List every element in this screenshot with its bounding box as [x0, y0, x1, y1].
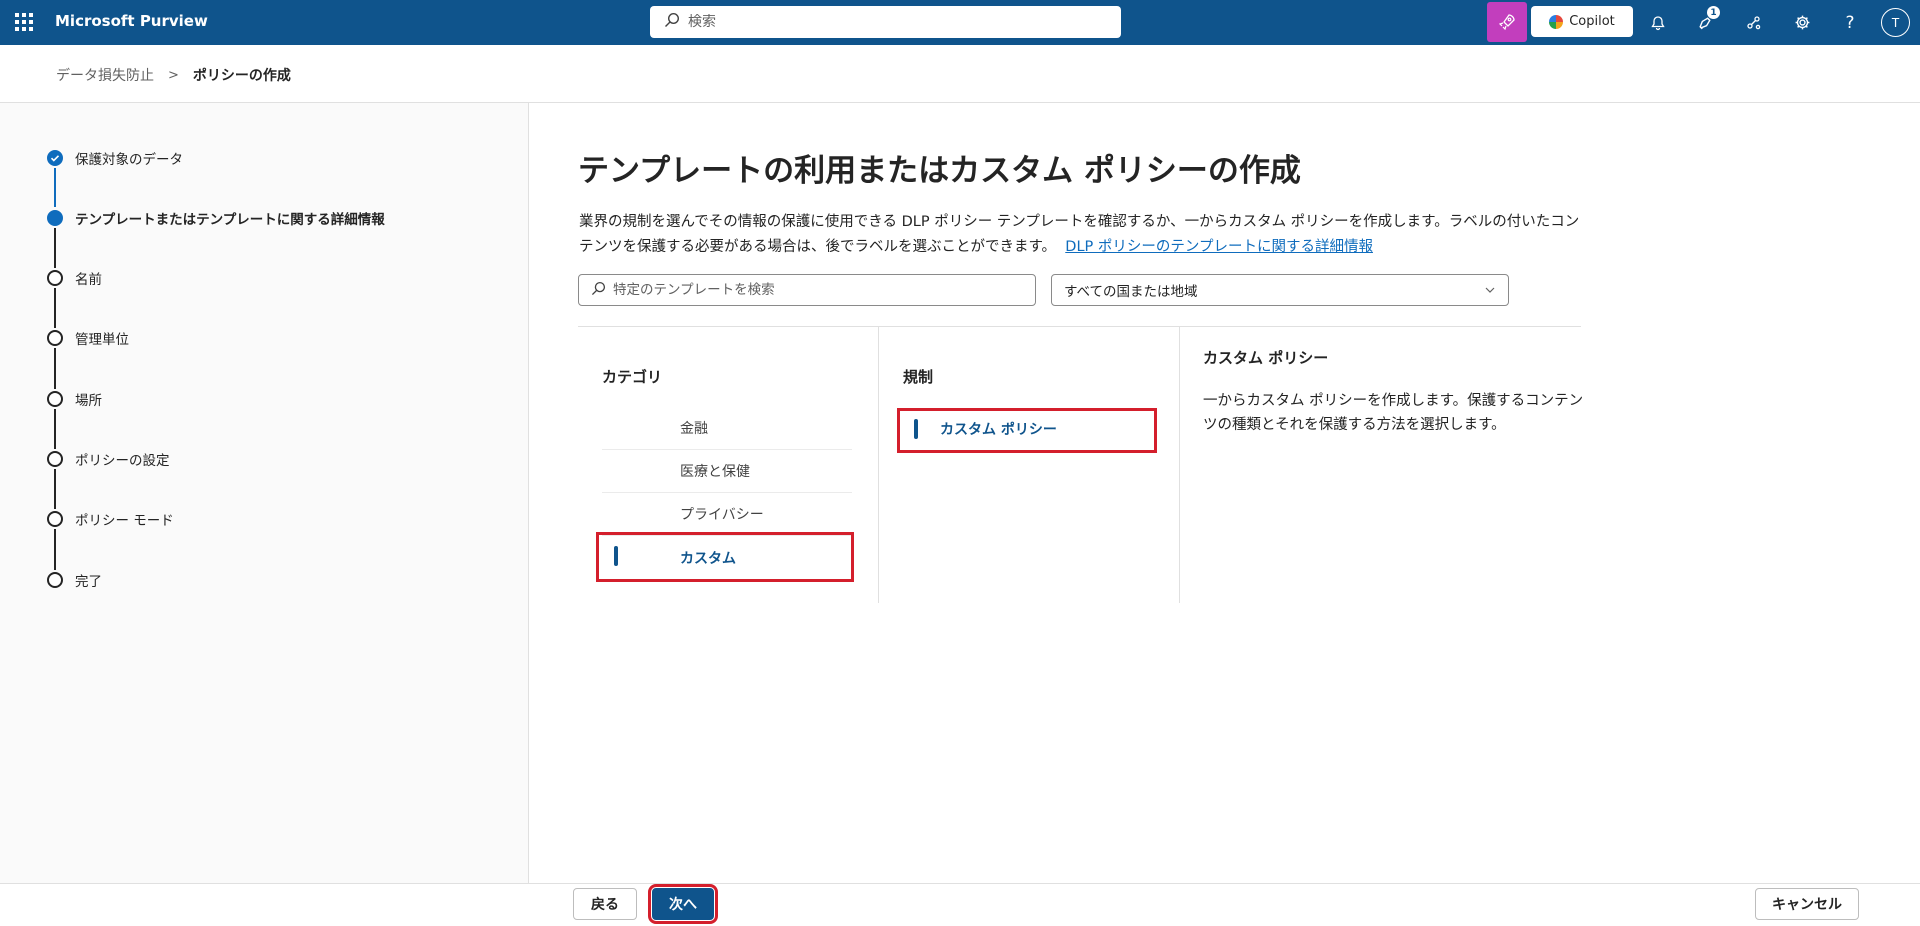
- region-dropdown[interactable]: すべての国または地域: [1051, 274, 1509, 306]
- top-bar: Microsoft Purview Copilot 1 ? T: [0, 0, 1920, 45]
- step-locations[interactable]: 場所: [47, 389, 102, 409]
- rocket-icon[interactable]: [1487, 2, 1527, 42]
- breadcrumb-parent[interactable]: データ損失防止: [56, 65, 154, 85]
- app-title[interactable]: Microsoft Purview: [55, 12, 208, 30]
- notification-badge: 1: [1707, 6, 1720, 19]
- checkmark-icon: [47, 150, 63, 166]
- search-icon: [664, 12, 680, 32]
- category-item-health[interactable]: 医療と保健: [602, 450, 852, 493]
- page-title: テンプレートの利用またはカスタム ポリシーの作成: [578, 153, 1301, 189]
- search-icon: [591, 281, 606, 300]
- step-connector: [54, 288, 56, 328]
- breadcrumb-current: ポリシーの作成: [192, 68, 291, 84]
- template-search[interactable]: [578, 274, 1036, 306]
- category-item-finance[interactable]: 金融: [602, 407, 852, 450]
- pending-step-icon: [47, 451, 63, 467]
- step-label: テンプレートまたはテンプレートに関する詳細情報: [75, 212, 385, 228]
- current-step-icon: [47, 210, 63, 226]
- highlight-box: [897, 408, 1157, 453]
- highlight-box: [596, 532, 854, 582]
- step-finish[interactable]: 完了: [47, 570, 102, 590]
- step-protect-data[interactable]: 保護対象のデータ: [47, 148, 183, 168]
- breadcrumb: データ損失防止 > ポリシーの作成: [56, 65, 291, 85]
- chevron-right-icon: >: [168, 67, 179, 83]
- step-connector: [54, 409, 56, 449]
- step-admin-units[interactable]: 管理単位: [47, 328, 129, 348]
- page-description: 業界の規制を選んでその情報の保護に使用できる DLP ポリシー テンプレートを確…: [579, 210, 1584, 260]
- detail-text: 一からカスタム ポリシーを作成します。保護するコンテンツの種類とそれを保護する方…: [1203, 393, 1584, 433]
- step-label: 完了: [75, 574, 102, 590]
- global-search[interactable]: [650, 6, 1121, 38]
- global-search-input[interactable]: [688, 14, 1108, 30]
- copilot-label: Copilot: [1569, 14, 1615, 29]
- pending-step-icon: [47, 391, 63, 407]
- bell-icon[interactable]: [1641, 6, 1675, 39]
- step-label: 名前: [75, 272, 102, 288]
- next-button[interactable]: 次へ: [648, 884, 718, 924]
- step-label: 保護対象のデータ: [75, 152, 183, 168]
- regulation-header: 規制: [903, 368, 934, 386]
- help-icon[interactable]: ?: [1833, 6, 1867, 39]
- column-divider: [1179, 327, 1180, 603]
- pending-step-icon: [47, 330, 63, 346]
- chevron-down-icon: [1484, 284, 1496, 300]
- wizard-stepper: 保護対象のデータ テンプレートまたはテンプレートに関する詳細情報 名前 管理単位…: [0, 103, 529, 883]
- step-policy-settings[interactable]: ポリシーの設定: [47, 449, 170, 469]
- step-name[interactable]: 名前: [47, 268, 102, 288]
- step-connector: [54, 228, 56, 268]
- step-label: ポリシーの設定: [75, 453, 170, 469]
- learn-more-link[interactable]: DLP ポリシーのテンプレートに関する詳細情報: [1065, 239, 1373, 255]
- step-label: ポリシー モード: [75, 513, 174, 529]
- step-connector: [54, 348, 56, 389]
- category-header: カテゴリ: [602, 368, 663, 386]
- step-policy-mode[interactable]: ポリシー モード: [47, 509, 174, 529]
- step-connector: [54, 168, 56, 207]
- detail-title: カスタム ポリシー: [1203, 349, 1329, 367]
- cancel-button[interactable]: キャンセル: [1755, 888, 1859, 920]
- pending-step-icon: [47, 572, 63, 588]
- notifications-icon[interactable]: 1: [1688, 6, 1722, 39]
- table-divider: [578, 326, 1581, 327]
- connections-icon[interactable]: [1737, 6, 1771, 39]
- region-selected-value: すべての国または地域: [1064, 284, 1198, 300]
- gear-icon[interactable]: [1785, 6, 1819, 39]
- pending-step-icon: [47, 270, 63, 286]
- footer-divider: [0, 883, 1920, 884]
- step-template[interactable]: テンプレートまたはテンプレートに関する詳細情報: [47, 208, 385, 228]
- back-button[interactable]: 戻る: [573, 888, 637, 920]
- copilot-button[interactable]: Copilot: [1531, 6, 1633, 37]
- pending-step-icon: [47, 511, 63, 527]
- avatar[interactable]: T: [1881, 8, 1910, 37]
- app-launcher-icon[interactable]: [13, 11, 33, 31]
- column-divider: [878, 327, 879, 603]
- copilot-icon: [1549, 14, 1564, 29]
- step-connector: [54, 529, 56, 570]
- template-search-input[interactable]: [613, 282, 1013, 298]
- step-label: 管理単位: [75, 332, 129, 348]
- category-item-privacy[interactable]: プライバシー: [602, 493, 852, 536]
- step-label: 場所: [75, 393, 102, 409]
- step-connector: [54, 469, 56, 509]
